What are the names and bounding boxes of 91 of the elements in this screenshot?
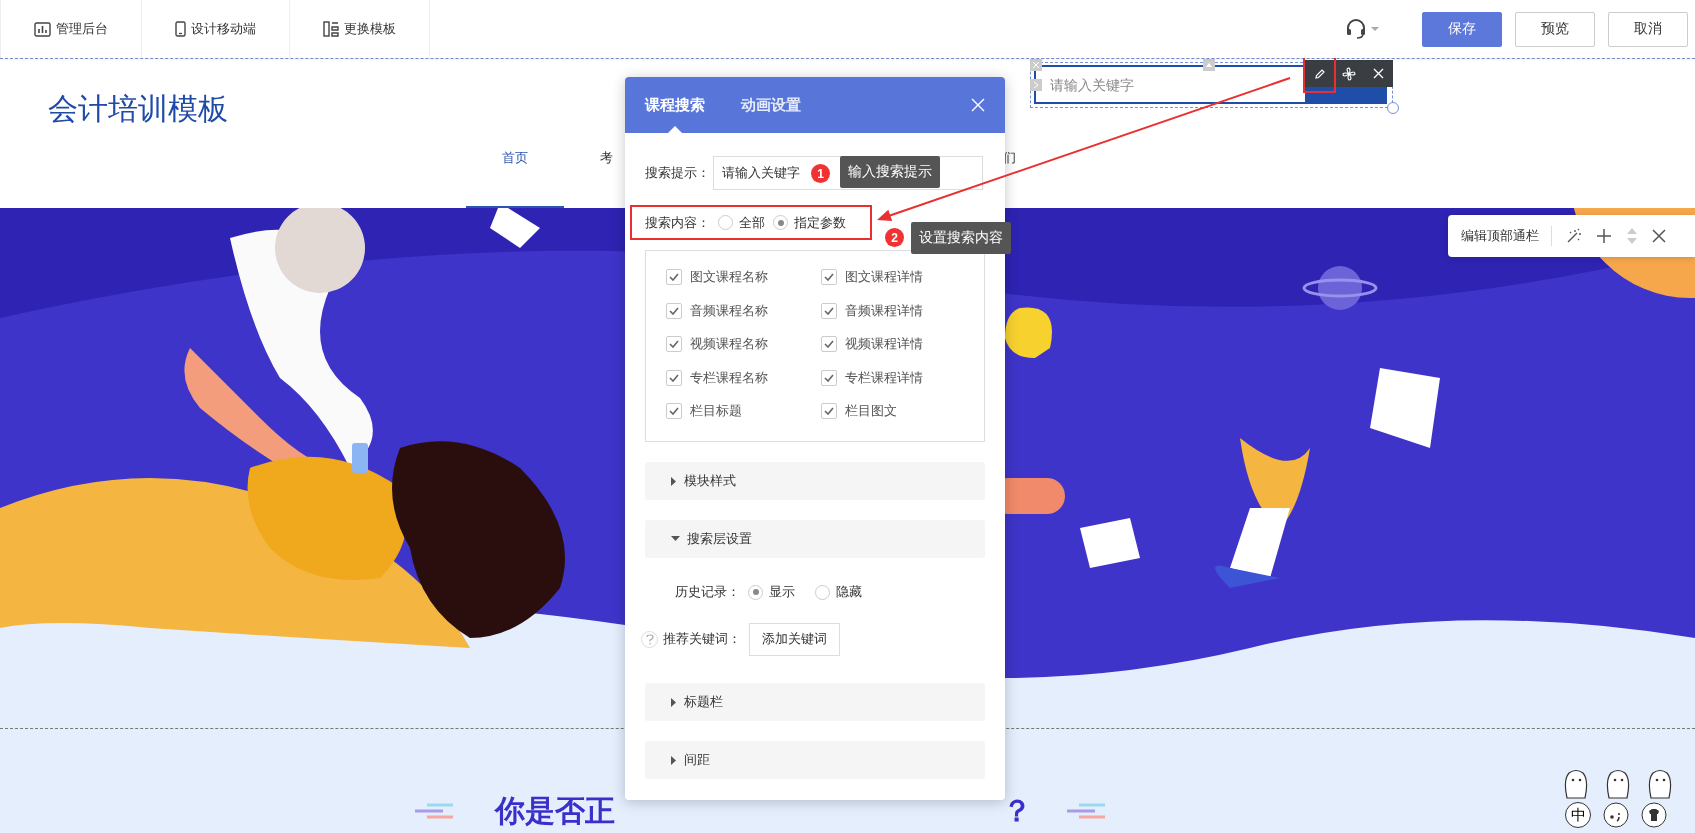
up-down-icon [1626, 227, 1638, 245]
site-logo: 会计培训模板 [48, 92, 228, 125]
top-button[interactable]: 取消 [1608, 11, 1688, 47]
checkbox[interactable] [666, 269, 682, 285]
close-icon [1652, 229, 1666, 243]
caret-right-icon [671, 755, 677, 765]
checkmark-icon [824, 306, 834, 315]
checkbox-label: 栏目标题 [690, 402, 742, 420]
checkmark-icon [669, 340, 679, 348]
top-button[interactable]: 保存 [1422, 11, 1502, 47]
add-keyword-button[interactable]: 添加关键词 [749, 622, 840, 656]
checkbox[interactable] [821, 269, 837, 285]
pencil-icon [1313, 67, 1326, 80]
close-icon [1372, 68, 1384, 79]
checkbox-label: 视频课程名称 [690, 335, 768, 353]
headset-icon[interactable] [1345, 18, 1367, 40]
section-heading: 你是否正 [495, 793, 615, 829]
section-header[interactable]: 标题栏 [645, 683, 985, 721]
bar-chart-icon [34, 21, 51, 37]
checkbox-label: 专栏课程详情 [845, 368, 923, 387]
stripe-decoration [1067, 803, 1107, 819]
checkbox-label: 栏目图文 [845, 402, 897, 420]
tooltip: 输入搜索提示 [840, 156, 940, 188]
step-badge: 2 [885, 228, 904, 247]
phone-icon [175, 21, 186, 37]
radio-label: 指定参数 [794, 213, 846, 232]
radio-button[interactable] [815, 584, 830, 600]
checkmark-icon [669, 306, 679, 315]
checkbox[interactable] [821, 302, 837, 319]
plus-icon [1596, 228, 1612, 244]
checkmark-icon [824, 407, 834, 415]
caret-right-icon [671, 697, 677, 707]
checkmark-icon [669, 407, 679, 415]
panel-tab[interactable]: 课程搜索 [645, 77, 705, 133]
section-heading: ？ [1002, 793, 1032, 829]
checkbox[interactable] [821, 369, 837, 386]
pinwheel-icon [1342, 66, 1356, 81]
caret-right-icon [671, 476, 677, 486]
checkbox[interactable] [821, 403, 837, 419]
checkbox-label: 图文课程名称 [690, 268, 768, 286]
checkbox[interactable] [666, 403, 682, 419]
close-button[interactable] [1652, 229, 1666, 243]
checkmark-icon [669, 373, 679, 382]
radio-button[interactable] [748, 584, 763, 600]
search-field[interactable]: 请输入关键字 [1034, 65, 1305, 104]
field-label: 推荐关键词： [663, 630, 741, 648]
top-button[interactable]: 预览 [1515, 11, 1595, 47]
stripe-decoration [415, 803, 455, 819]
resize-handle-icon[interactable] [1203, 59, 1215, 71]
toolbar-tool[interactable]: 设计移动端 [142, 0, 290, 58]
field-label: 历史记录： [675, 583, 740, 601]
checkmark-icon [824, 340, 834, 348]
checkbox-label: 图文课程详情 [845, 268, 923, 286]
shirt-icon[interactable] [1641, 802, 1667, 828]
checkbox[interactable] [666, 369, 682, 386]
toolbar-tool[interactable]: 更换模板 [290, 0, 430, 58]
resize-handle[interactable] [1387, 102, 1399, 114]
checkmark-icon [669, 273, 679, 281]
section-header[interactable]: 间距 [645, 741, 985, 779]
close-icon [971, 98, 985, 112]
layout-icon [323, 21, 339, 37]
edit-bar-label: 编辑顶部通栏 [1461, 226, 1552, 246]
caret-down-icon [671, 536, 680, 542]
checkbox[interactable] [666, 302, 682, 319]
checkmark-icon [824, 373, 834, 382]
radio-label: 显示 [769, 583, 795, 601]
section-header[interactable]: 模块样式 [645, 462, 985, 500]
checkbox[interactable] [821, 336, 837, 352]
field-label: 搜索内容： [645, 213, 710, 232]
checkmark-icon [824, 273, 834, 281]
resize-handle-icon[interactable] [1030, 59, 1042, 71]
panel-tab[interactable]: 动画设置 [741, 77, 801, 133]
add-button[interactable] [1596, 228, 1612, 244]
radio-button[interactable] [718, 215, 733, 230]
section-header[interactable]: 搜索层设置 [645, 520, 985, 558]
radio-label: 隐藏 [836, 583, 862, 601]
toolbar-tool[interactable]: 管理后台 [0, 0, 142, 58]
checkbox-label: 专栏课程名称 [690, 368, 768, 387]
checkbox-label: 视频课程详情 [845, 335, 923, 353]
checkbox[interactable] [666, 336, 682, 352]
radio-label: 全部 [739, 213, 765, 232]
tooltip: 设置搜索内容 [911, 222, 1011, 254]
magic-wand-button[interactable] [1566, 228, 1582, 244]
radio-button[interactable] [773, 215, 788, 230]
checkbox-label: 音频课程名称 [690, 301, 768, 320]
punctuation-icon[interactable] [1603, 802, 1629, 828]
field-label: 搜索提示： [645, 164, 711, 182]
nav-item[interactable]: 考 [600, 150, 613, 208]
resize-handle-icon[interactable] [1030, 79, 1042, 91]
magic-wand-icon [1566, 228, 1582, 244]
checkbox-label: 音频课程详情 [845, 301, 923, 320]
